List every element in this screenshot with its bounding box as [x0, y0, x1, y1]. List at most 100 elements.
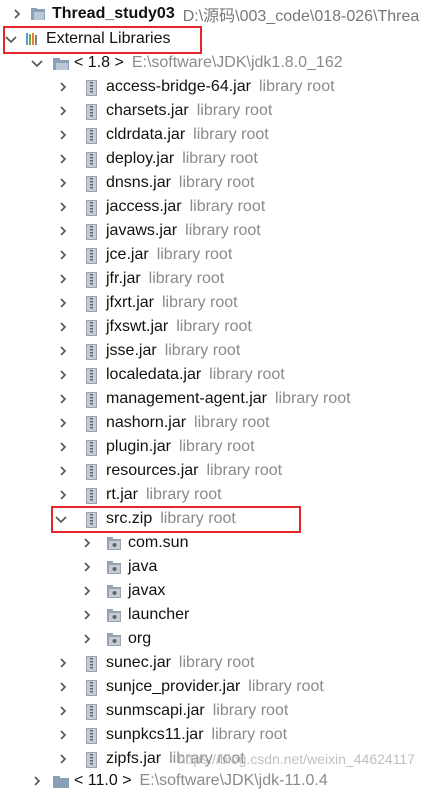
tree-row-jar[interactable]: javaws.jar library root: [0, 219, 421, 243]
tree-row-jar[interactable]: sunpkcs11.jar library root: [0, 723, 421, 747]
tree-row-jar[interactable]: jfxswt.jar library root: [0, 315, 421, 339]
jar-archive-icon: [84, 151, 100, 168]
chevron-right-icon[interactable]: [30, 774, 44, 788]
tree-row-jar[interactable]: resources.jar library root: [0, 459, 421, 483]
tree-row-package[interactable]: org: [0, 627, 421, 651]
jar-archive-icon: [84, 223, 100, 240]
chevron-right-icon[interactable]: [56, 344, 70, 358]
tree-row-jar[interactable]: jfxrt.jar library root: [0, 291, 421, 315]
jar-name: jce.jar: [106, 246, 149, 263]
chevron-right-icon[interactable]: [56, 104, 70, 118]
chevron-right-icon[interactable]: [80, 584, 94, 598]
tree-row-jar[interactable]: sunec.jar library root: [0, 651, 421, 675]
tree-row-jar[interactable]: charsets.jar library root: [0, 99, 421, 123]
jdk11-label: < 11.0 >: [74, 772, 132, 789]
tree-row-jar[interactable]: jfr.jar library root: [0, 267, 421, 291]
package-name: launcher: [128, 606, 190, 623]
chevron-right-icon[interactable]: [80, 560, 94, 574]
jar-hint: library root: [193, 126, 269, 143]
jar-archive-icon: [84, 655, 100, 672]
chevron-right-icon[interactable]: [56, 392, 70, 406]
jar-name: jsse.jar: [106, 342, 157, 359]
package-icon: [106, 535, 122, 551]
chevron-right-icon[interactable]: [56, 200, 70, 214]
package-icon: [106, 631, 122, 647]
chevron-right-icon[interactable]: [56, 224, 70, 238]
jar-hint: library root: [196, 102, 273, 119]
chevron-right-icon[interactable]: [56, 752, 70, 766]
chevron-right-icon[interactable]: [56, 248, 70, 262]
tree-row-jar[interactable]: sunmscapi.jar library root: [0, 699, 421, 723]
tree-row-jar[interactable]: sunjce_provider.jar library root: [0, 675, 421, 699]
tree-row-jar[interactable]: deploy.jar library root: [0, 147, 421, 171]
jar-hint: library root: [178, 654, 255, 671]
package-icon: [106, 583, 122, 599]
tree-row-jar[interactable]: access-bridge-64.jar library root: [0, 75, 421, 99]
jar-hint: library root: [178, 174, 255, 191]
jar-name: cldrdata.jar: [106, 126, 186, 143]
tree-row-project[interactable]: Thread_study03 D:\源码\003_code\018-026\Th…: [0, 2, 421, 26]
chevron-right-icon[interactable]: [56, 80, 70, 94]
highlight-box-external-libraries: [3, 26, 202, 54]
chevron-right-icon[interactable]: [56, 296, 70, 310]
chevron-right-icon[interactable]: [56, 728, 70, 742]
jar-archive-icon: [84, 247, 100, 264]
chevron-right-icon[interactable]: [56, 416, 70, 430]
chevron-right-icon[interactable]: [10, 7, 24, 21]
jar-name: deploy.jar: [106, 150, 175, 167]
chevron-right-icon[interactable]: [56, 272, 70, 286]
chevron-right-icon[interactable]: [80, 608, 94, 622]
sdk-folder-icon: [52, 55, 69, 71]
tree-row-jar[interactable]: management-agent.jar library root: [0, 387, 421, 411]
tree-row-jar[interactable]: dnsns.jar library root: [0, 171, 421, 195]
tree-row-package[interactable]: java: [0, 555, 421, 579]
jar-name: rt.jar: [106, 486, 138, 503]
tree-row-jar[interactable]: jce.jar library root: [0, 243, 421, 267]
tree-row-jar[interactable]: localedata.jar library root: [0, 363, 421, 387]
chevron-right-icon[interactable]: [56, 464, 70, 478]
jar-name: localedata.jar: [106, 366, 202, 383]
tree-row-jar[interactable]: rt.jar library root: [0, 483, 421, 507]
tree-row-jdk-11[interactable]: < 11.0 > E:\software\JDK\jdk-11.0.4: [0, 769, 421, 793]
jar-hint: library root: [146, 486, 222, 503]
jar-hint: library root: [274, 390, 351, 407]
jar-hint: library root: [206, 462, 283, 479]
chevron-right-icon[interactable]: [56, 440, 70, 454]
jar-name: management-agent.jar: [106, 390, 267, 407]
highlight-box-src-zip: [51, 506, 301, 533]
jar-hint: library root: [189, 198, 266, 215]
jar-archive-icon: [84, 295, 100, 312]
chevron-right-icon[interactable]: [56, 704, 70, 718]
chevron-right-icon[interactable]: [80, 632, 94, 646]
jar-hint: library root: [182, 150, 258, 167]
tree-row-jar[interactable]: cldrdata.jar library root: [0, 123, 421, 147]
tree-row-jar[interactable]: nashorn.jar library root: [0, 411, 421, 435]
jar-name: resources.jar: [106, 462, 199, 479]
chevron-right-icon[interactable]: [56, 320, 70, 334]
jar-archive-icon: [84, 367, 100, 384]
tree-row-package[interactable]: launcher: [0, 603, 421, 627]
tree-row-jdk-18[interactable]: < 1.8 > E:\software\JDK\jdk1.8.0_162: [0, 51, 421, 75]
chevron-right-icon[interactable]: [56, 176, 70, 190]
tree-row-package[interactable]: javax: [0, 579, 421, 603]
jar-hint: library root: [248, 678, 324, 695]
chevron-right-icon[interactable]: [56, 656, 70, 670]
package-name: org: [128, 630, 152, 647]
jar-name: jfxswt.jar: [106, 318, 169, 335]
chevron-right-icon[interactable]: [56, 128, 70, 142]
chevron-right-icon[interactable]: [56, 488, 70, 502]
chevron-right-icon[interactable]: [80, 536, 94, 550]
tree-row-jar[interactable]: plugin.jar library root: [0, 435, 421, 459]
jar-archive-icon: [84, 679, 100, 696]
package-icon: [106, 559, 122, 575]
watermark: https://blog.csdn.net/weixin_44624117: [177, 751, 415, 767]
chevron-right-icon[interactable]: [56, 680, 70, 694]
tree-row-jar[interactable]: jsse.jar library root: [0, 339, 421, 363]
jar-archive-icon: [84, 343, 100, 360]
jar-name: sunjce_provider.jar: [106, 678, 241, 695]
tree-row-package[interactable]: com.sun: [0, 531, 421, 555]
chevron-down-icon[interactable]: [30, 56, 44, 70]
chevron-right-icon[interactable]: [56, 152, 70, 166]
tree-row-jar[interactable]: jaccess.jar library root: [0, 195, 421, 219]
chevron-right-icon[interactable]: [56, 368, 70, 382]
